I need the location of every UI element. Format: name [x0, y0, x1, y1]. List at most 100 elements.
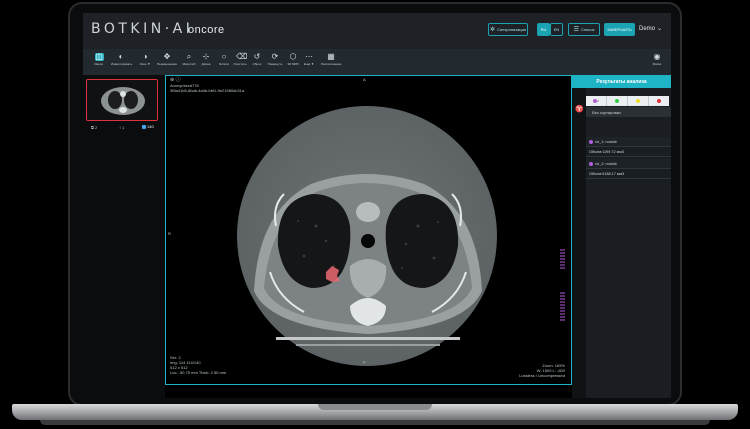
- tool-label: Расположение: [321, 62, 342, 66]
- roi-name: roi_1: nodule: [595, 139, 617, 144]
- series-thumbnail[interactable]: [86, 79, 158, 121]
- study-uid: 3f5a41b6-6bab-4a4b-bbf1-9e21980dc31a: [170, 88, 245, 93]
- filter-purple[interactable]: 2: [586, 96, 607, 106]
- tool-label: Окно ▼: [139, 62, 151, 66]
- yellow-dot-icon: [636, 99, 640, 103]
- frame-icon: ↕: [119, 125, 121, 130]
- stack-icon: [142, 124, 146, 129]
- scale-ruler-bottom: [560, 292, 565, 321]
- thumb-series: 2: [94, 125, 98, 130]
- tool-bar: ◫ Оверл. ◐ Инвертировать ◑ Окно ▼ ✥ Пере…: [83, 49, 671, 76]
- layers-icon: ⧉: [91, 125, 94, 130]
- orient-left: R: [168, 231, 171, 236]
- filter-red[interactable]: [649, 96, 669, 106]
- tool-reset[interactable]: ↺ Сброс: [247, 51, 267, 67]
- eye-icon: ◉: [653, 52, 661, 61]
- unsorted-header[interactable]: Без сортировки: [586, 107, 671, 117]
- green-dot-icon: [615, 99, 619, 103]
- finish-label: ЗАВЕРШИТЬ: [607, 27, 632, 32]
- tool-label: Повернуть: [267, 62, 283, 66]
- results-sidebar: ♈: [572, 88, 586, 398]
- lang-en-button[interactable]: EN: [550, 23, 563, 36]
- roi-volume: Объем:5188.17 мм3: [586, 169, 671, 179]
- sync-button[interactable]: ✲ Синхронизация: [488, 23, 528, 36]
- user-menu[interactable]: Demo ⌄: [639, 25, 662, 32]
- filter-count: 2: [597, 99, 599, 103]
- tool-label: Оверл.: [94, 62, 104, 66]
- user-name: Demo: [639, 26, 656, 32]
- laptop-notch: [318, 404, 432, 410]
- results-title: Результаты анализа: [572, 75, 671, 88]
- thumb-count: 140: [142, 124, 154, 129]
- filter-yellow[interactable]: [628, 96, 649, 106]
- list-button[interactable]: ☰ Список: [568, 23, 600, 36]
- tool-more[interactable]: ⋯ Ещё ▼: [299, 51, 319, 67]
- reset-icon: ↺: [253, 52, 261, 61]
- scale-ruler-top: [560, 249, 565, 269]
- orient-bottom: P: [363, 360, 366, 365]
- tool-label: Маски: [652, 62, 662, 66]
- series-panel: ⧉ 2 ↕ 1 140: [83, 75, 165, 398]
- category-filters: 2: [586, 96, 669, 106]
- image-viewport[interactable]: ⊕ ⓘ Anonymized776 3f5a41b6-6bab-4a4b-bbf…: [165, 75, 572, 385]
- slice-location: Loc: -50.75 mm Thick: 2.50 mm: [170, 370, 227, 375]
- tool-layout[interactable]: ▦ Расположение: [321, 51, 342, 67]
- ellipse-icon: ○: [221, 52, 227, 61]
- tool-label: Ещё ▼: [304, 62, 314, 66]
- app-logo: BOTKIN·AI: [91, 21, 194, 37]
- patient-info: Anonymized776 3f5a41b6-6bab-4a4b-bbf1-9e…: [170, 83, 244, 93]
- tool-label: Длина: [201, 62, 211, 66]
- filter-green[interactable]: [607, 96, 628, 106]
- series-info: Ser: 2 Img: 114 114/140 512 x 512 Loc: -…: [170, 355, 226, 375]
- tool-length[interactable]: ⊹ Длина: [196, 51, 216, 67]
- lungs-icon[interactable]: ♈: [575, 106, 584, 113]
- app-screen: BOTKIN·AI oncore ✲ Синхронизация RU EN ☰…: [83, 13, 671, 398]
- roi-name: roi_2: nodule: [595, 161, 617, 166]
- contrast-icon: ◐: [118, 52, 124, 61]
- tool-masks[interactable]: ◉ Маски: [647, 51, 667, 67]
- red-dot-icon: [657, 99, 661, 103]
- sync-label: Синхронизация: [497, 27, 526, 32]
- zoom-icon: ⌕: [186, 52, 192, 61]
- grid-icon: ▦: [327, 52, 335, 61]
- top-bar: BOTKIN·AI oncore ✲ Синхронизация RU EN ☰…: [83, 13, 671, 50]
- more-icon: ⋯: [305, 52, 313, 61]
- thumb-frames: 1: [122, 125, 125, 130]
- tool-label: Сброс: [252, 62, 262, 66]
- roi-color-dot-icon: [589, 161, 593, 166]
- eraser-icon: ⌫: [236, 52, 248, 61]
- tool-window[interactable]: ◑ Окно ▼: [135, 51, 155, 67]
- tool-pan[interactable]: ✥ Перемещение: [157, 51, 177, 67]
- rotate-icon: ⟳: [271, 52, 279, 61]
- lang-ru-label: RU: [540, 27, 547, 32]
- roi-item[interactable]: roi_2: nodule Объем:5188.17 мм3: [586, 159, 671, 179]
- tool-rotate[interactable]: ⟳ Повернуть: [265, 51, 285, 67]
- overlay-icon: ◫: [94, 52, 104, 61]
- list-label: Список: [581, 27, 595, 32]
- tool-label: Инвертировать: [111, 62, 133, 66]
- thumb-series-meta: ⧉ 2: [91, 125, 97, 130]
- roi-item[interactable]: roi_1: nodule Объем:1199.72 мм3: [586, 137, 671, 157]
- cube-icon: ⬡: [289, 52, 297, 61]
- compression: Lossless / Uncompressed: [519, 373, 565, 378]
- thumb-frames-meta: ↕ 1: [119, 125, 124, 130]
- analysis-results-panel: Результаты анализа ♈ 2 Без сортировки ro…: [572, 75, 671, 398]
- finish-button[interactable]: ЗАВЕРШИТЬ: [604, 23, 635, 36]
- chevron-down-icon: ⌄: [657, 26, 663, 32]
- list-icon: ☰: [573, 27, 580, 33]
- ct-thumbnail-image: [101, 87, 145, 115]
- orient-top: A: [363, 77, 366, 82]
- move-icon: ✥: [163, 52, 171, 61]
- tool-overlay[interactable]: ◫ Оверл.: [89, 51, 109, 67]
- product-name: oncore: [188, 24, 225, 36]
- lang-en-label: EN: [553, 27, 560, 32]
- tool-invert[interactable]: ◐ Инвертировать: [111, 51, 133, 67]
- roi-color-dot-icon: [589, 139, 593, 144]
- lang-ru-button[interactable]: RU: [537, 23, 550, 36]
- ct-slice-image: [237, 106, 497, 366]
- roi-volume: Объем:1199.72 мм3: [586, 147, 671, 157]
- measure-icon: ⊹: [202, 52, 210, 61]
- laptop-foot: [40, 420, 710, 425]
- hub-icon: ✲: [489, 27, 496, 33]
- tool-label: Перемещение: [157, 62, 177, 66]
